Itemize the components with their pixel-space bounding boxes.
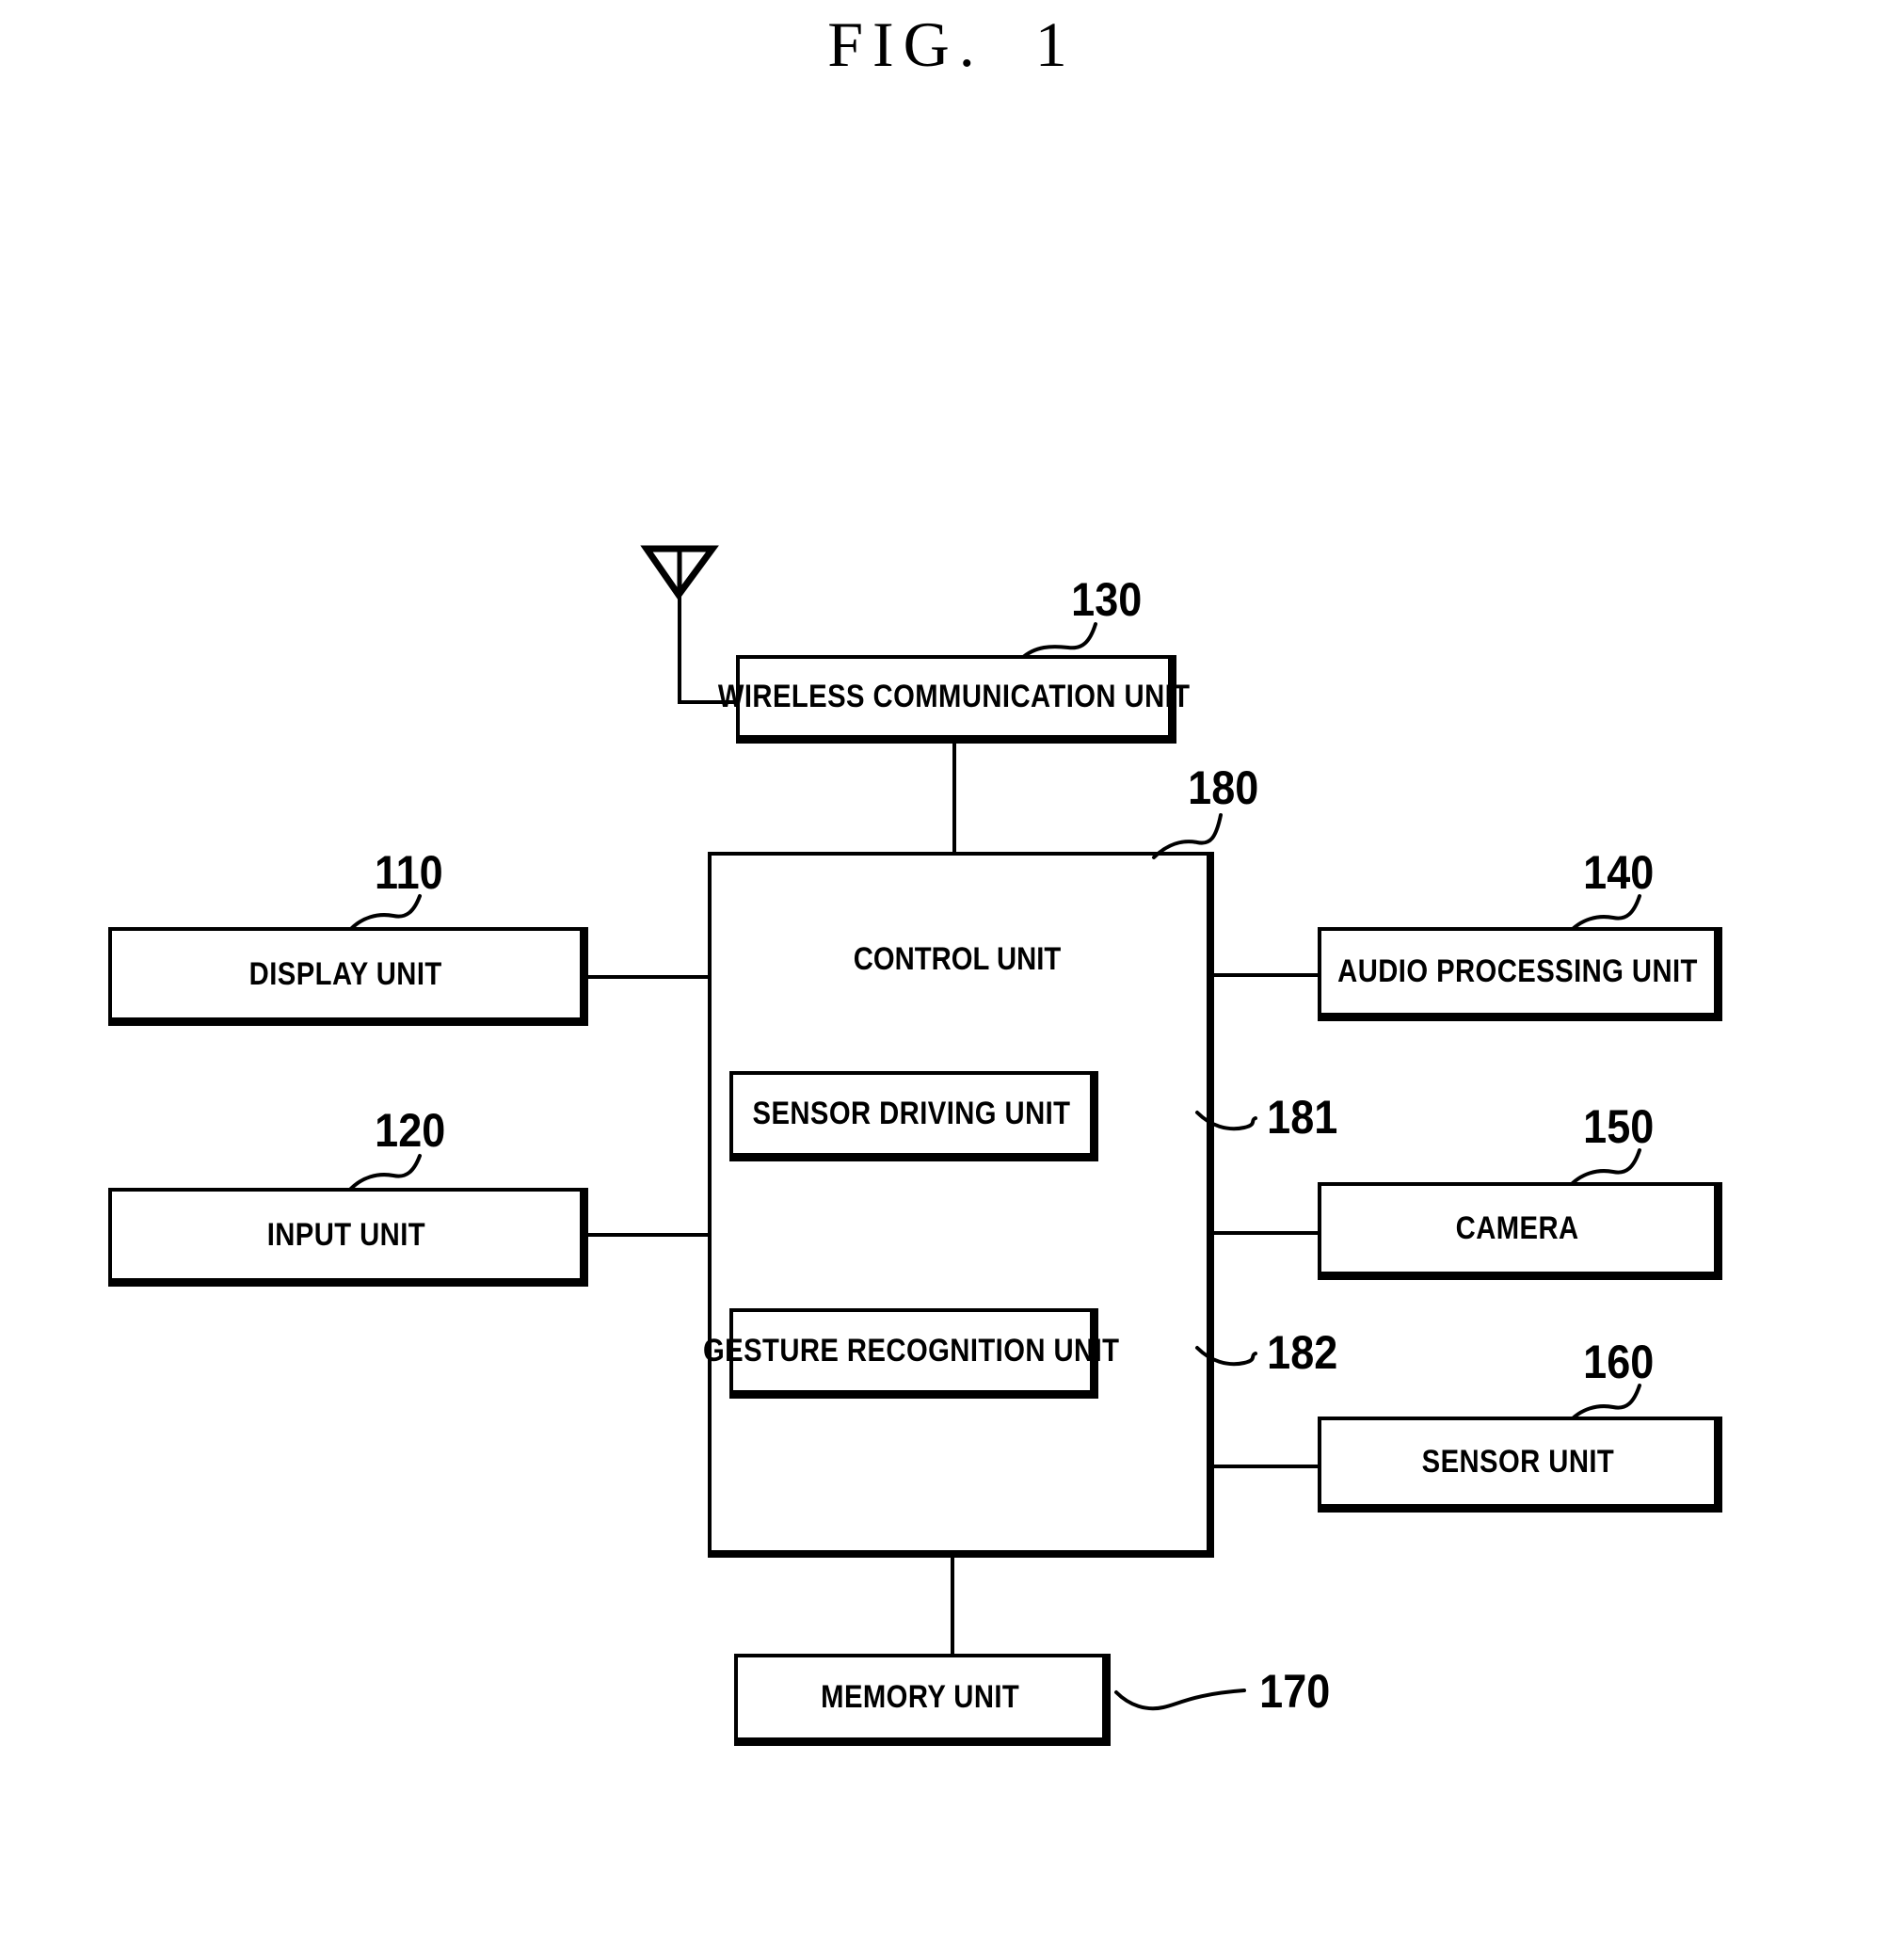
patent-figure-page: FIG. 1 CONTROL UNIT SENSOR DRIVING UNIT … (0, 0, 1904, 1937)
ref-numeral-120: 120 (375, 1104, 446, 1157)
control-to-camera-line (1212, 1231, 1323, 1235)
control-unit-label: CONTROL UNIT (853, 941, 1062, 977)
display-unit-box[interactable]: DISPLAY UNIT (108, 927, 588, 1026)
input-unit-box[interactable]: INPUT UNIT (108, 1188, 588, 1287)
wireless-communication-unit-box[interactable]: WIRELESS COMMUNICATION UNIT (718, 655, 1190, 744)
audio-processing-unit-label: AUDIO PROCESSING UNIT (1337, 953, 1698, 989)
wireless-communication-unit-label: WIRELESS COMMUNICATION UNIT (717, 679, 1191, 714)
page-title: FIG. 1 (827, 8, 1077, 80)
ref-numeral-130: 130 (1071, 573, 1143, 626)
sensor-driving-unit-box[interactable]: SENSOR DRIVING UNIT (729, 1071, 1098, 1161)
memory-unit-box[interactable]: MEMORY UNIT (734, 1654, 1111, 1746)
ref-numeral-181: 181 (1267, 1091, 1338, 1144)
leader-170 (1114, 1689, 1246, 1711)
input-to-control-line (587, 1233, 712, 1237)
display-to-control-line (587, 975, 712, 979)
ref-numeral-170: 170 (1259, 1665, 1331, 1718)
antenna-stem-line (678, 593, 681, 704)
sensor-unit-box[interactable]: SENSOR UNIT (1318, 1417, 1722, 1513)
ref-numeral-140: 140 (1583, 846, 1655, 899)
display-unit-label: DISPLAY UNIT (248, 955, 443, 992)
wireless-to-control-line (952, 744, 956, 856)
control-to-audio-line (1212, 973, 1323, 977)
antenna-icon (640, 545, 719, 601)
ref-numeral-160: 160 (1583, 1336, 1655, 1388)
ref-numeral-180: 180 (1188, 761, 1259, 814)
control-to-sensor-line (1212, 1465, 1323, 1468)
gesture-recognition-unit-label: GESTURE RECOGNITION UNIT (703, 1333, 1120, 1369)
leader-120 (346, 1154, 422, 1193)
camera-label: CAMERA (1456, 1210, 1579, 1246)
audio-processing-unit-box[interactable]: AUDIO PROCESSING UNIT (1318, 927, 1722, 1021)
sensor-driving-unit-label: SENSOR DRIVING UNIT (752, 1096, 1071, 1131)
gesture-recognition-unit-box[interactable]: GESTURE RECOGNITION UNIT (703, 1308, 1119, 1399)
ref-numeral-182: 182 (1267, 1326, 1338, 1379)
leader-130 (1019, 622, 1097, 661)
ref-numeral-150: 150 (1583, 1100, 1655, 1153)
camera-box[interactable]: CAMERA (1318, 1182, 1722, 1280)
ref-numeral-110: 110 (375, 846, 443, 899)
memory-unit-label: MEMORY UNIT (820, 1679, 1020, 1715)
sensor-unit-label: SENSOR UNIT (1421, 1444, 1614, 1480)
control-to-memory-line (951, 1558, 954, 1657)
input-unit-label: INPUT UNIT (266, 1216, 425, 1253)
